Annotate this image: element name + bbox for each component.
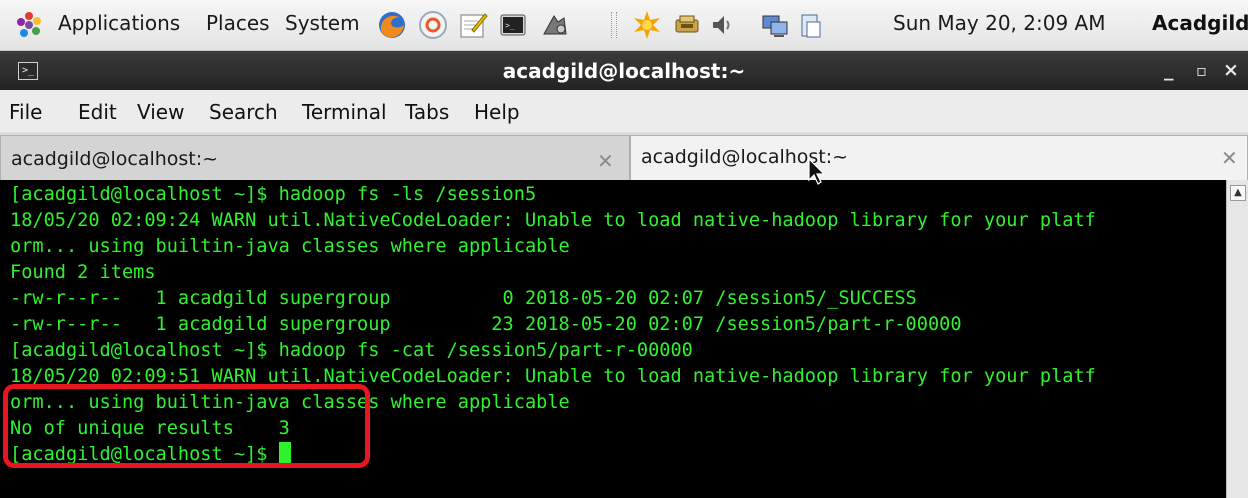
apps-icon[interactable] [14,10,44,40]
menu-search[interactable]: Search [209,100,278,124]
highlight-annotation [3,384,370,468]
terminal-line: -rw-r--r-- 1 acadgild supergroup 0 2018-… [10,288,917,309]
window-title: acadgild@localhost:~ [502,59,746,83]
tab-label: acadgild@localhost:~ [11,148,219,170]
menubar: File Edit View Search Terminal Tabs Help [0,90,1248,133]
menu-help[interactable]: Help [474,100,520,124]
tab-bar: acadgild@localhost:~ ✕ acadgild@localhos… [0,132,1248,181]
menu-view[interactable]: View [137,100,184,124]
menu-edit[interactable]: Edit [78,100,117,124]
panel-user[interactable]: Acadgild [1152,11,1248,35]
tab-1[interactable]: acadgild@localhost:~ ✕ [0,135,630,180]
terminal-scrollbar[interactable]: ▲ [1226,180,1248,498]
terminal-line: -rw-r--r-- 1 acadgild supergroup 23 2018… [10,314,962,335]
scroll-up-icon[interactable]: ▲ [1230,185,1246,201]
volume-icon[interactable] [708,10,738,40]
tab-close-icon[interactable]: ✕ [1221,146,1238,170]
menu-applications[interactable]: Applications [58,11,180,35]
top-panel: Applications Places System >_ Sun May 20… [0,0,1248,51]
panel-separator [611,12,617,38]
mouse-pointer-icon [808,158,826,185]
terminal-line: [acadgild@localhost ~]$ hadoop fs -ls /s… [10,184,537,205]
window-titlebar[interactable]: >_ acadgild@localhost:~ _ ▫ × [0,51,1248,90]
network-icon[interactable] [672,10,702,40]
terminal-line: orm... using builtin-java classes where … [10,236,570,257]
help-icon[interactable] [418,10,448,40]
tab-2[interactable]: acadgild@localhost:~ ✕ [630,135,1248,180]
minimize-button[interactable]: _ [1164,59,1174,81]
terminal-line: Found 2 items [10,262,156,283]
text-editor-icon[interactable] [458,10,488,40]
menu-places[interactable]: Places [206,11,270,35]
svg-text:>_: >_ [505,21,515,30]
screenshot-icon[interactable] [540,10,570,40]
firefox-icon[interactable] [377,10,407,40]
display-icon[interactable] [760,10,790,40]
close-button[interactable]: × [1223,59,1239,81]
menu-terminal[interactable]: Terminal [302,100,387,124]
menu-file[interactable]: File [9,100,42,124]
terminal-line: 18/05/20 02:09:24 WARN util.NativeCodeLo… [10,210,1096,231]
clipboard-icon[interactable] [796,10,826,40]
terminal-line: [acadgild@localhost ~]$ hadoop fs -cat /… [10,340,693,361]
update-icon[interactable] [632,10,662,40]
menu-system[interactable]: System [285,11,360,35]
terminal-icon[interactable]: >_ [498,10,528,40]
maximize-button[interactable]: ▫ [1196,61,1207,80]
tab-close-icon[interactable]: ✕ [597,149,614,173]
menu-tabs[interactable]: Tabs [405,100,449,124]
panel-clock[interactable]: Sun May 20, 2:09 AM [893,11,1105,35]
